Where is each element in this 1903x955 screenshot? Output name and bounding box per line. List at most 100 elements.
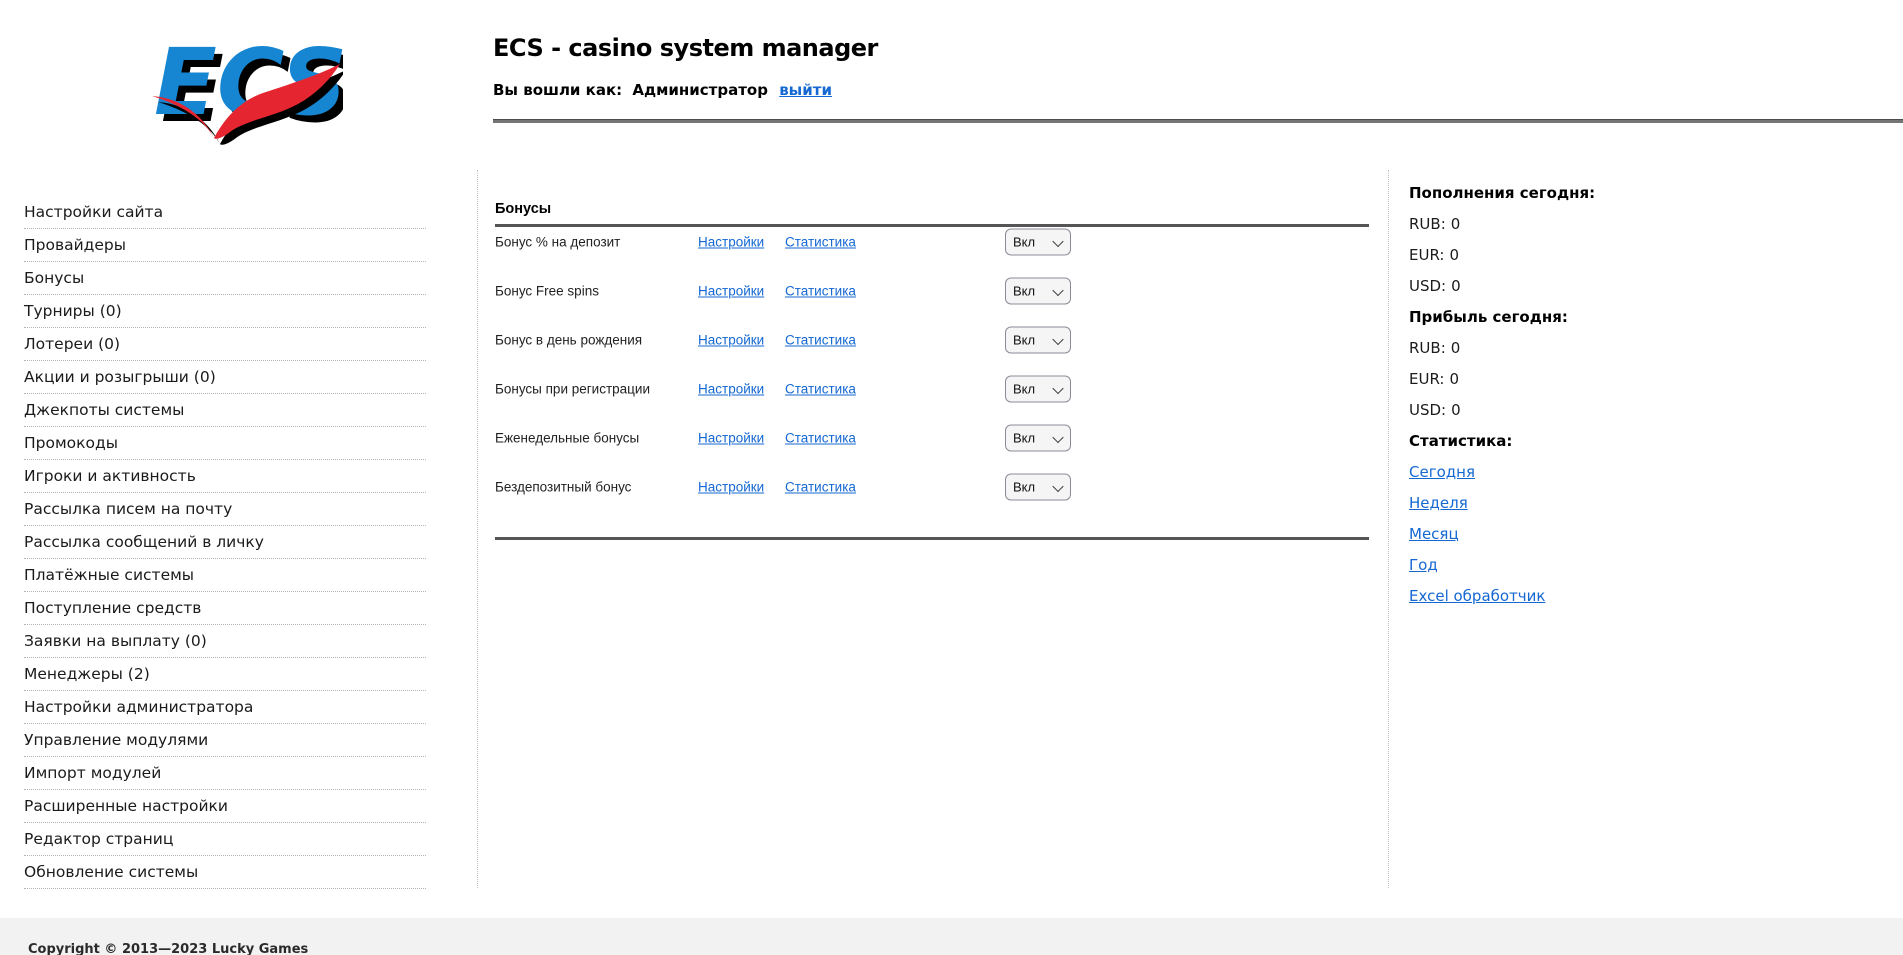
currency-label: USD: [1409, 401, 1446, 419]
header-divider [493, 119, 1903, 123]
sidebar-item[interactable]: Настройки администратора [24, 691, 426, 724]
sidebar-item[interactable]: Лотереи (0) [24, 328, 426, 361]
sidebar-item-label: Заявки на выплату (0) [24, 632, 207, 650]
sidebar-item-label: Игроки и активность [24, 467, 196, 485]
login-user: Администратор [632, 81, 768, 99]
bonus-toggle-select[interactable]: Вкл [1005, 473, 1071, 500]
bonus-stats-link[interactable]: Статистика [785, 234, 856, 249]
sidebar-item[interactable]: Турниры (0) [24, 295, 426, 328]
sidebar-item-label: Настройки администратора [24, 698, 253, 716]
statistics-header: Статистика: [1409, 425, 1709, 456]
sidebar-item[interactable]: Провайдеры [24, 229, 426, 262]
stats-link[interactable]: Месяц [1409, 525, 1459, 543]
bonus-settings-link[interactable]: Настройки [698, 381, 764, 396]
stats-link-line: Сегодня [1409, 456, 1709, 487]
bonus-settings-link[interactable]: Настройки [698, 283, 764, 298]
stats-link[interactable]: Сегодня [1409, 463, 1475, 481]
sidebar-item[interactable]: Менеджеры (2) [24, 658, 426, 691]
sidebar-item-label: Рассылка сообщений в личку [24, 533, 264, 551]
section-divider-bottom [495, 537, 1369, 540]
sidebar-item-label: Менеджеры (2) [24, 665, 150, 683]
sidebar-item[interactable]: Акции и розыгрыши (0) [24, 361, 426, 394]
sidebar-item-label: Расширенные настройки [24, 797, 228, 815]
bonus-stats-link[interactable]: Статистика [785, 479, 856, 494]
currency-value: 0 [1449, 370, 1459, 388]
profit-today-header: Прибыль сегодня: [1409, 301, 1709, 332]
sidebar-item[interactable]: Джекпоты системы [24, 394, 426, 427]
sidebar-item[interactable]: Управление модулями [24, 724, 426, 757]
bonus-stats-link[interactable]: Статистика [785, 332, 856, 347]
sidebar-item-label: Импорт модулей [24, 764, 161, 782]
sidebar-item-label: Бонусы [24, 269, 84, 287]
currency-value: 0 [1449, 246, 1459, 264]
sidebar-item-label: Лотереи (0) [24, 335, 120, 353]
stats-link-line: Excel обработчик [1409, 580, 1709, 611]
sidebar-item[interactable]: Настройки сайта [24, 196, 426, 229]
bonus-row: Бездепозитный бонус Настройки Статистика Вк… [495, 462, 1369, 511]
currency-value: 0 [1451, 339, 1461, 357]
sidebar-item[interactable]: Заявки на выплату (0) [24, 625, 426, 658]
bonus-toggle-select[interactable]: Вкл [1005, 326, 1071, 353]
admin-page: ECS ECS ECS - casino system manager Вы в… [0, 0, 1903, 955]
sidebar-menu: Настройки сайта Провайдеры Бонусы Турниры (… [24, 196, 426, 889]
stats-link[interactable]: Неделя [1409, 494, 1468, 512]
bonus-toggle-select[interactable]: Вкл [1005, 424, 1071, 451]
bonus-toggle-select[interactable]: Вкл [1005, 277, 1071, 304]
bonus-toggle-select[interactable]: Вкл [1005, 228, 1071, 255]
bonus-name: Бездепозитный бонус [495, 479, 631, 494]
bonus-toggle-wrap: Вкл [1005, 424, 1071, 451]
sidebar-item-label: Турниры (0) [24, 302, 122, 320]
currency-label: USD: [1409, 277, 1446, 295]
bonus-settings-link[interactable]: Настройки [698, 234, 764, 249]
sidebar-item[interactable]: Рассылка сообщений в личку [24, 526, 426, 559]
sidebar-item[interactable]: Игроки и активность [24, 460, 426, 493]
bonus-row: Бонусы при регистрации Настройки Статистик… [495, 364, 1369, 413]
sidebar-item-label: Платёжные системы [24, 566, 194, 584]
sidebar-item[interactable]: Бонусы [24, 262, 426, 295]
stats-panel: Пополнения сегодня:RUB:0EUR:0USD:0Прибыл… [1409, 177, 1709, 611]
sidebar-item[interactable]: Редактор страниц [24, 823, 426, 856]
bonus-settings-link[interactable]: Настройки [698, 479, 764, 494]
section-title: Бонусы [495, 201, 551, 217]
sidebar-item[interactable]: Обновление системы [24, 856, 426, 889]
bonus-name: Бонусы при регистрации [495, 381, 650, 396]
bonus-toggle-wrap: Вкл [1005, 277, 1071, 304]
bonus-name: Бонус в день рождения [495, 332, 642, 347]
currency-value: 0 [1451, 215, 1461, 233]
currency-value: 0 [1451, 277, 1461, 295]
sidebar-item-label: Джекпоты системы [24, 401, 184, 419]
currency-line: USD: 0 [1409, 270, 1709, 301]
sidebar-item-label: Управление модулями [24, 731, 208, 749]
currency-value: 0 [1451, 401, 1461, 419]
sidebar-item[interactable]: Рассылка писем на почту [24, 493, 426, 526]
bonus-name: Бонус % на депозит [495, 234, 620, 249]
bonus-toggle-select[interactable]: Вкл [1005, 375, 1071, 402]
sidebar-item[interactable]: Поступление средств [24, 592, 426, 625]
sidebar-item[interactable]: Промокоды [24, 427, 426, 460]
sidebar-item-label: Рассылка писем на почту [24, 500, 232, 518]
currency-line: USD: 0 [1409, 394, 1709, 425]
ecs-logo: ECS ECS [138, 14, 343, 152]
bonus-settings-link[interactable]: Настройки [698, 430, 764, 445]
deposits-today-header: Пополнения сегодня: [1409, 177, 1709, 208]
sidebar-item[interactable]: Расширенные настройки [24, 790, 426, 823]
sidebar-item[interactable]: Платёжные системы [24, 559, 426, 592]
bonus-stats-link[interactable]: Статистика [785, 430, 856, 445]
bonus-row: Бонус Free spinsНастройкиСтатистикаВкл [495, 266, 1369, 315]
sidebar-item-label: Настройки сайта [24, 203, 163, 221]
copyright-text: Copyright © 2013—2023 Lucky Games [28, 942, 308, 955]
bonus-stats-link[interactable]: Статистика [785, 381, 856, 396]
bonus-list: Бонус % на депозит Настройки Статистика Вкл… [495, 217, 1369, 511]
bonus-settings-link[interactable]: Настройки [698, 332, 764, 347]
stats-link-line: Год [1409, 549, 1709, 580]
bonus-stats-link[interactable]: Статистика [785, 283, 856, 298]
logout-link[interactable]: выйти [779, 81, 832, 99]
sidebar-item[interactable]: Импорт модулей [24, 757, 426, 790]
login-prefix: Вы вошли как: [493, 81, 622, 99]
currency-line: RUB:0 [1409, 332, 1709, 363]
stats-link[interactable]: Excel обработчик [1409, 587, 1545, 605]
stats-link[interactable]: Год [1409, 556, 1438, 574]
bonus-row: Бонус % на депозит Настройки Статистика Вкл [495, 217, 1369, 266]
sidebar-item-label: Провайдеры [24, 236, 126, 254]
footer: Copyright © 2013—2023 Lucky Games [0, 918, 1903, 955]
